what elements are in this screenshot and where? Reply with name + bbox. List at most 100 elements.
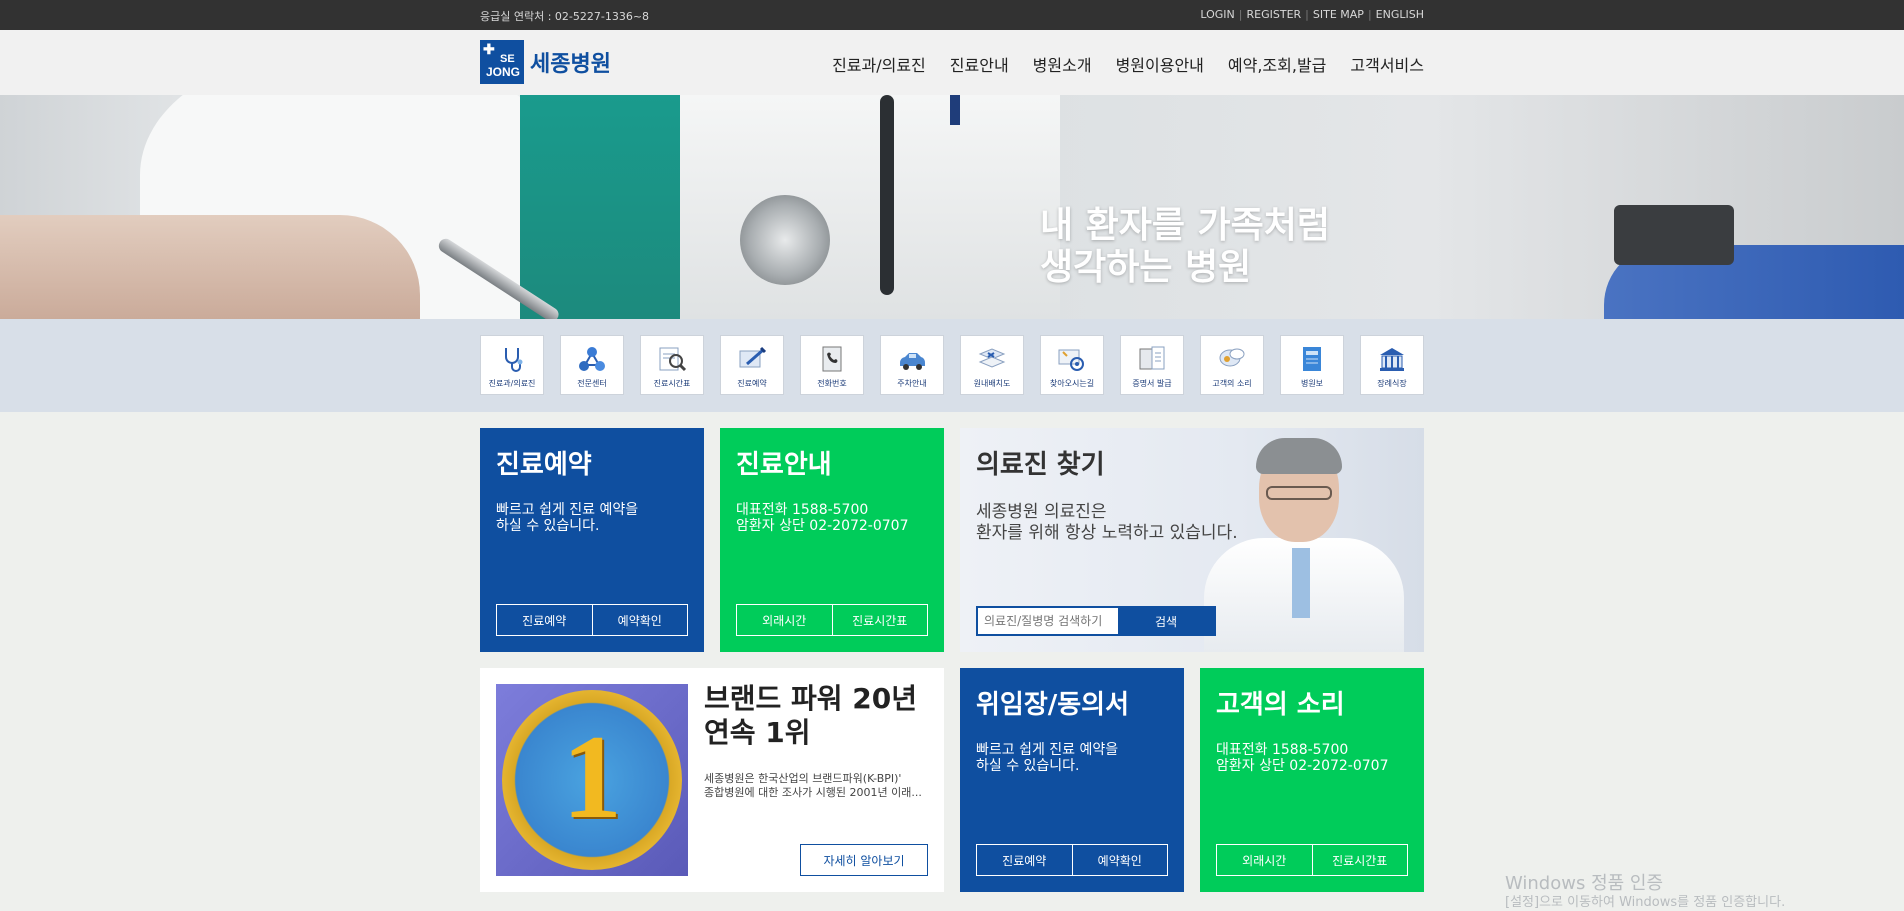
hero-banner: 내 환자를 가족처럼 생각하는 병원 [0,95,1904,319]
card-line: 대표전화 1588-5700 [736,502,869,518]
nav-item-customer[interactable]: 고객서비스 [1350,52,1424,76]
make-reservation-button[interactable]: 진료예약 [497,605,592,635]
card-line: 빠르고 쉽게 진료 예약을 [496,502,639,518]
hero-line-1: 내 환자를 가족처럼 [1040,205,1331,246]
quick-link-label: 진료예약 [737,379,767,388]
nav-item-reservation[interactable]: 예약,조회,발급 [1228,52,1327,76]
register-link[interactable]: REGISTER [1247,8,1302,21]
card-title: 위임장/동의서 [976,690,1130,720]
quick-link-reservation[interactable]: 진료예약 [720,335,784,395]
outpatient-hours-button[interactable]: 외래시간 [1217,845,1312,875]
hero-line-2: 생각하는 병원 [1040,247,1252,288]
sitemap-link[interactable]: SITE MAP [1313,8,1364,21]
certificate-icon [1135,344,1169,374]
doctor-photo-part [1256,438,1342,474]
card-description: 세종병원은 한국산업의 브랜드파워(K-BPI)' 종합병원에 대한 조사가 시… [704,772,932,800]
card-line: 대표전화 1588-5700 [1216,742,1349,758]
medical-info-card: 진료안내 대표전화 1588-5700 암환자 상단 02-2072-0707 … [720,428,944,652]
molecule-icon [575,344,609,374]
quick-link-phone[interactable]: 전화번호 [800,335,864,395]
card-button-group: 외래시간 진료시간표 [736,604,928,636]
quick-link-departments[interactable]: 진료과/의료진 [480,335,544,395]
quick-link-newsletter[interactable]: 병원보 [1280,335,1344,395]
quick-link-label: 장례식장 [1377,379,1407,388]
hero-photo-part [680,95,1060,319]
card-line: 세종병원 의료진은 [976,502,1107,522]
card-button-group: 진료예약 예약확인 [976,844,1168,876]
card-description: 빠르고 쉽게 진료 예약을 하실 수 있습니다. [976,742,1118,774]
quick-link-label: 병원보 [1300,379,1324,388]
quick-link-customer-voice[interactable]: 고객의 소리 [1200,335,1264,395]
timetable-button[interactable]: 진료시간표 [831,605,928,635]
top-links: LOGIN | REGISTER | SITE MAP | ENGLISH [1200,8,1424,21]
quick-link-certificates[interactable]: 증명서 발급 [1120,335,1184,395]
schedule-search-icon [655,344,689,374]
card-description: 대표전화 1588-5700 암환자 상단 02-2072-0707 [736,502,908,534]
reservation-card: 진료예약 빠르고 쉽게 진료 예약을 하실 수 있습니다. 진료예약 예약확인 [480,428,704,652]
phone-book-icon [815,344,849,374]
card-line: 빠르고 쉽게 진료 예약을 [976,742,1119,758]
nav-item-about[interactable]: 병원소개 [1033,52,1092,76]
hero-photo-part [950,95,960,125]
title-line: 브랜드 파워 20년 [704,682,918,715]
windows-activation-watermark: Windows 정품 인증 [설정]으로 이동하여 Windows를 정품 인증… [1505,873,1785,911]
quick-link-funeral-hall[interactable]: 장례식장 [1360,335,1424,395]
quick-link-directions[interactable]: 찾아오시는길 [1040,335,1104,395]
nav-item-guide[interactable]: 진료안내 [950,52,1009,76]
card-description: 빠르고 쉽게 진료 예약을 하실 수 있습니다. [496,502,638,534]
english-link[interactable]: ENGLISH [1376,8,1424,21]
hand-image [0,215,420,319]
login-link[interactable]: LOGIN [1200,8,1234,21]
quick-link-floor-map[interactable]: 원내배치도 [960,335,1024,395]
divider: | [1305,8,1309,21]
divider: | [1367,8,1372,21]
nav-item-usage[interactable]: 병원이용안내 [1116,52,1204,76]
check-reservation-button[interactable]: 예약확인 [591,605,688,635]
card-title: 브랜드 파워 20년 연속 1위 [704,682,917,750]
card-description: 대표전화 1588-5700 암환자 상단 02-2072-0707 [1216,742,1388,774]
doctor-photo-part [1292,548,1310,618]
doctor-search-input[interactable] [978,608,1118,634]
quick-link-label: 주차안내 [897,379,927,388]
quick-link-centers[interactable]: 전문센터 [560,335,624,395]
card-button-group: 진료예약 예약확인 [496,604,688,636]
quick-link-label: 증명서 발급 [1132,379,1172,388]
stethoscope-image [740,195,830,285]
card-line: 환자를 위해 항상 노력하고 있습니다. [976,523,1238,543]
quick-link-label: 찾아오시는길 [1049,379,1095,388]
find-doctor-card: 의료진 찾기 세종병원 의료진은 환자를 위해 항상 노력하고 있습니다. 검색 [960,428,1424,652]
logo-mark-line1: SE [500,53,515,65]
stethoscope-tube-image [880,95,894,295]
main-nav: 진료과/의료진 진료안내 병원소개 병원이용안내 예약,조회,발급 고객서비스 [832,52,1424,76]
doctor-photo-part [1266,486,1332,500]
outpatient-hours-button[interactable]: 외래시간 [737,605,832,635]
stethoscope-icon [495,344,529,374]
quick-link-parking[interactable]: 주차안내 [880,335,944,395]
card-title: 고객의 소리 [1216,690,1345,720]
nav-item-departments[interactable]: 진료과/의료진 [832,52,926,76]
watermark-line-1: Windows 정품 인증 [1505,873,1664,894]
make-reservation-button[interactable]: 진료예약 [977,845,1072,875]
logo-mark: ✚ SE JONG [480,40,524,84]
location-map-icon [1055,344,1089,374]
timetable-button[interactable]: 진료시간표 [1311,845,1408,875]
logo-mark-line2: JONG [486,65,521,79]
doctor-search-button[interactable]: 검색 [1118,608,1214,634]
card-description: 세종병원 의료진은 환자를 위해 항상 노력하고 있습니다. [976,502,1238,544]
quick-link-timetable[interactable]: 진료시간표 [640,335,704,395]
quick-links-bar: 진료과/의료진 전문센터 진료시간표 진료예약 전화번호 주차안내 원내배치도 … [0,319,1904,412]
quick-link-label: 전화번호 [817,379,847,388]
floor-map-icon [975,344,1009,374]
card-line: 암환자 상단 02-2072-0707 [1216,758,1389,774]
site-logo[interactable]: ✚ SE JONG 세종병원 [480,40,611,84]
card-line: 하실 수 있습니다. [976,758,1080,774]
emergency-contact: 응급실 연락처 : 02-5227-1336~8 [480,10,650,23]
brand-power-card: 1 브랜드 파워 20년 연속 1위 세종병원은 한국산업의 브랜드파워(K-B… [480,668,944,892]
consent-forms-card: 위임장/동의서 빠르고 쉽게 진료 예약을 하실 수 있습니다. 진료예약 예약… [960,668,1184,892]
check-reservation-button[interactable]: 예약확인 [1071,845,1168,875]
cross-icon: ✚ [483,41,495,57]
learn-more-button[interactable]: 자세히 알아보기 [800,844,928,876]
card-line: 종합병원에 대한 조사가 시행된 2001년 이래... [704,786,922,799]
hero-photo-part [1614,205,1734,265]
quick-link-label: 진료시간표 [653,379,691,388]
